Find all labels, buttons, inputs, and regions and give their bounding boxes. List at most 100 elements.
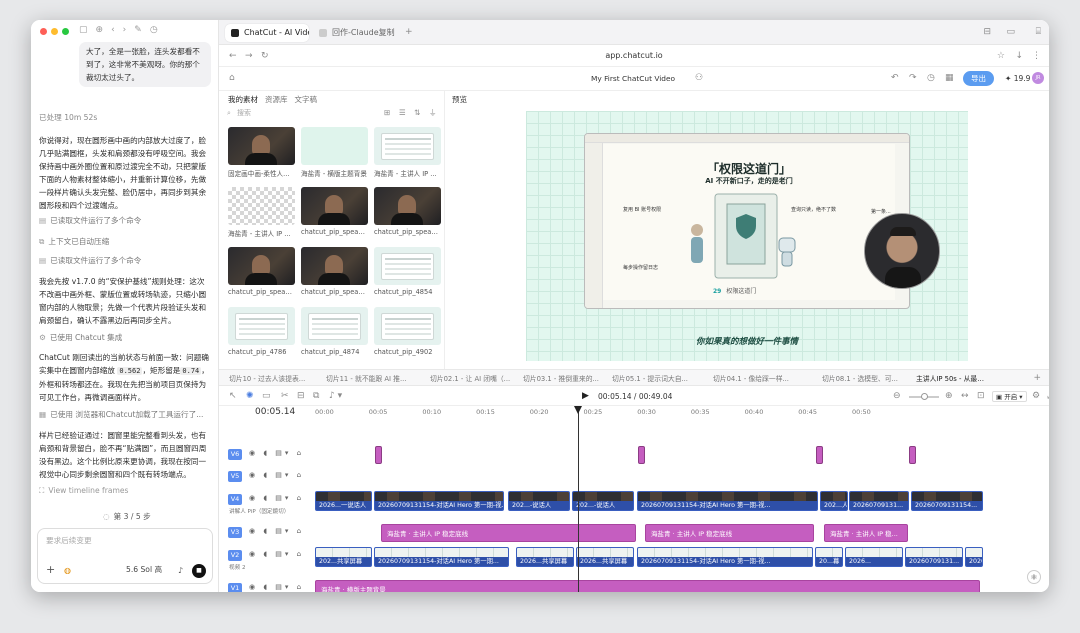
v4-clip[interactable]: 20260709131154-对话AI Hero 第一期-视... — [374, 491, 504, 511]
tool-call-read-files-2[interactable]: ▤ 已读取文件运行了多个命令 — [39, 255, 141, 266]
v2-clip[interactable]: 20260709131154-对话AI Hero 第一期... — [374, 547, 509, 567]
close-window-button[interactable] — [40, 28, 47, 35]
v2-clip[interactable]: 2026... — [965, 547, 983, 567]
bookmark-icon[interactable]: ☆ — [997, 52, 1005, 61]
v4-clip[interactable]: 2026...一说话人 — [315, 491, 372, 511]
v6-marker[interactable] — [638, 446, 645, 464]
media-item[interactable]: 固定画中画-柔性人... — [228, 127, 295, 178]
v1-clip[interactable]: 海盐青 · 横版主题背景 — [315, 580, 980, 592]
sidebar-icon[interactable]: ▢ — [79, 25, 88, 35]
tool-call-browser[interactable]: ▦ 已使用 浏览器和Chatcut加载了工具运行了... — [39, 409, 203, 420]
v4-clip[interactable]: 20260709131... — [849, 491, 909, 511]
v4-clip[interactable]: 202...-说话人 — [508, 491, 570, 511]
track-controls[interactable]: ◉ ◖ ▤▾ ⌂ — [249, 550, 304, 558]
sequence-tab[interactable]: 切片02.1 - 让 AI 闭嘴（... — [430, 373, 510, 383]
v2-clip[interactable]: 20...幕 — [815, 547, 843, 567]
new-tab-icon[interactable]: + — [405, 28, 413, 37]
v4-clip[interactable]: 202...人 — [820, 491, 848, 511]
media-search-input[interactable]: ⌕ 搜索 — [226, 107, 369, 119]
project-title[interactable]: My First ChatCut Video — [591, 74, 675, 83]
v3-clip[interactable]: 海盐青 · 主讲人 IP 稳定底线 — [381, 524, 636, 542]
model-selector[interactable]: 5.6 Sol 高 — [126, 564, 162, 575]
track-controls[interactable]: ◉ ◖ ▤▾ ⌂ — [249, 527, 304, 535]
snap-tool-icon[interactable]: ✺ — [246, 392, 254, 401]
status-icon[interactable]: ◍ — [64, 566, 71, 575]
v2-clip[interactable]: 2026...共享屏幕 — [516, 547, 574, 567]
ripple-tool-icon[interactable]: ⊟ — [297, 392, 305, 401]
media-item[interactable]: 海盐青 - 主讲人 IP ... — [228, 187, 295, 238]
track-controls[interactable]: ◉ ◖ ▤▾ ⌂ — [249, 494, 304, 502]
bug-report-icon[interactable]: ⚛ — [1027, 570, 1041, 584]
url-field[interactable]: app.chatcut.io — [219, 51, 1049, 60]
view-timeline-frames-link[interactable]: ⛶ View timeline frames — [39, 486, 129, 496]
cut-tool-icon[interactable]: ✂ — [281, 392, 289, 401]
select-tool-icon[interactable]: ↖ — [229, 392, 237, 401]
expand-icon[interactable]: ⤢ — [1047, 392, 1049, 401]
mode-select[interactable]: ▣ 开启 ▾ — [992, 391, 1027, 402]
collaborators-icon[interactable]: ⚇ — [695, 74, 703, 83]
time-ruler[interactable]: 00:05.14 00:00 00:05 00:10 00:15 00:20 00:25 0… — [219, 406, 1049, 420]
new-chat-icon[interactable]: ⊕ — [96, 25, 104, 35]
tab-claude[interactable]: 回作-Claude复制 — [313, 24, 399, 42]
v4-clip[interactable]: 20260709131154... — [911, 491, 983, 511]
redo-icon[interactable]: ↷ — [909, 74, 917, 83]
home-icon[interactable]: ⌂ — [229, 74, 235, 83]
settings-icon[interactable]: ⚙ — [1032, 392, 1040, 401]
fit-width-icon[interactable]: ↔ — [961, 392, 969, 401]
media-item[interactable]: chatcut_pip_speak... — [228, 247, 295, 296]
v6-marker[interactable] — [816, 446, 823, 464]
forward-icon[interactable]: › — [123, 25, 127, 35]
export-button[interactable]: 导出 — [963, 71, 994, 86]
track-controls[interactable]: ◉ ◖ ▤▾ ⌂ — [249, 449, 304, 457]
undo-icon[interactable]: ↶ — [891, 74, 899, 83]
extensions-icon[interactable]: ⊟ — [983, 28, 991, 37]
tab-my-media[interactable]: 我的素材 — [228, 94, 258, 105]
track-label[interactable]: V6 — [228, 449, 242, 460]
stop-button[interactable]: ■ — [192, 564, 206, 578]
trim-tool-icon[interactable]: ▭ — [262, 392, 271, 401]
presenter-pip-circle[interactable] — [864, 213, 940, 289]
sequence-tab[interactable]: 切片10 - 过去人该提表... — [229, 373, 305, 383]
v2-clip[interactable]: 2026...共享屏幕 — [576, 547, 634, 567]
media-item[interactable]: chatcut_pip_4786 — [228, 307, 295, 356]
track-label[interactable]: V2 — [228, 550, 242, 561]
frame-icon[interactable]: ⊡ — [977, 392, 985, 401]
tab-transcript[interactable]: 文字稿 — [295, 94, 318, 105]
microphone-icon[interactable]: ♪ — [178, 566, 183, 575]
media-item[interactable]: chatcut_pip_speak... — [374, 187, 441, 236]
credits-badge[interactable]: ✦ 19.9 — [1005, 74, 1030, 83]
track-controls[interactable]: ◉ ◖ ▤▾ ⌂ — [249, 583, 304, 591]
more-icon[interactable]: ⋮ — [1032, 52, 1041, 61]
tab-library[interactable]: 资源库 — [265, 94, 288, 105]
v2-clip[interactable]: 2026... — [845, 547, 903, 567]
sort-icon[interactable]: ⇅ — [414, 109, 420, 117]
v3-clip[interactable]: 海盐青 · 主讲人 IP 稳... — [824, 524, 908, 542]
v2-clip[interactable]: 20260709131154-对话AI Hero 第一期-视... — [637, 547, 813, 567]
playhead[interactable] — [574, 406, 582, 592]
minimize-window-button[interactable] — [51, 28, 58, 35]
v2-clip[interactable]: 20260709131... — [905, 547, 963, 567]
play-button[interactable]: ▶ — [582, 392, 589, 401]
v4-clip[interactable]: 20260709131154-对话AI Hero 第一期-视... — [637, 491, 818, 511]
sequence-tab[interactable]: 主讲人IP 50s - 从最… — [916, 373, 984, 383]
media-item[interactable]: chatcut_pip_speak... — [301, 247, 368, 296]
share-icon[interactable]: ▭ — [1006, 28, 1015, 37]
add-sequence-icon[interactable]: + — [1033, 374, 1041, 383]
sequence-tab[interactable]: 切片11 - 就不能跟 AI 推... — [326, 373, 406, 383]
layout-icon[interactable]: ▦ — [945, 74, 954, 83]
sequence-tab[interactable]: 切片04.1 - 像给踩一样... — [713, 373, 789, 383]
track-controls[interactable]: ◉ ◖ ▤▾ ⌂ — [249, 471, 304, 479]
audio-tool-icon[interactable]: ♪ ▾ — [329, 392, 342, 401]
avatar[interactable]: JR — [1032, 72, 1044, 84]
link-tool-icon[interactable]: ⧉ — [313, 392, 319, 401]
v6-marker[interactable] — [909, 446, 916, 464]
v2-clip[interactable]: 202...共享屏幕 — [315, 547, 372, 567]
sequence-tab[interactable]: 切片08.1 - 选模型、可... — [822, 373, 898, 383]
sequence-tab[interactable]: 切片05.1 - 提示词大自... — [612, 373, 688, 383]
media-item[interactable]: chatcut_pip_4874 — [301, 307, 368, 356]
v4-clip[interactable]: 202...-说话人 — [572, 491, 634, 511]
v3-clip[interactable]: 海盐青 · 主讲人 IP 稳定底线 — [645, 524, 814, 542]
history-icon[interactable]: ◷ — [927, 74, 935, 83]
compose-icon[interactable]: ✎ — [134, 25, 142, 35]
sequence-tab[interactable]: 切片03.1 - 推倒重来的... — [523, 373, 599, 383]
